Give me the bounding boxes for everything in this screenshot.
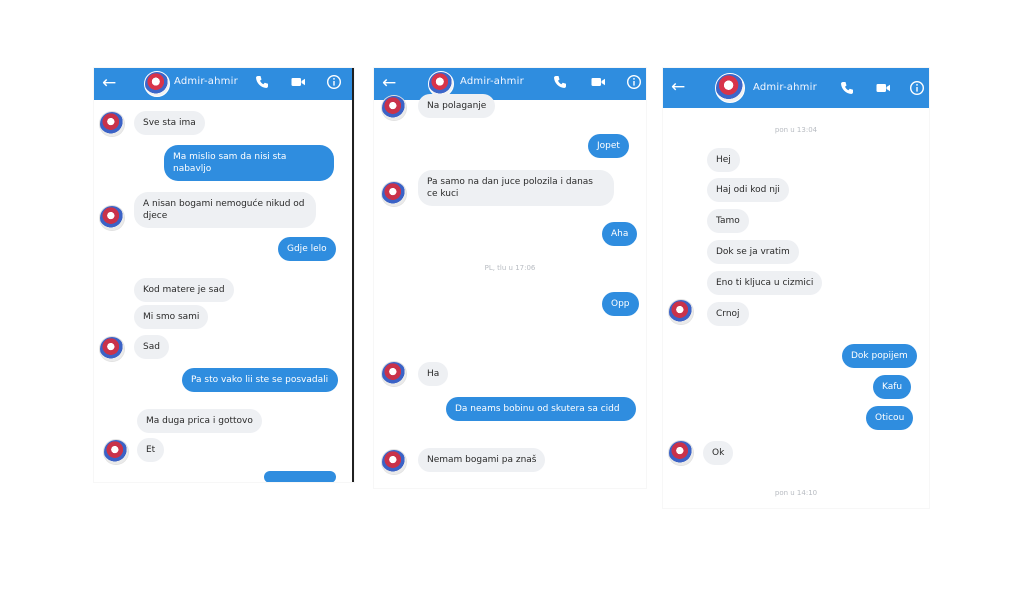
message-bubble-incoming: Tamo — [707, 209, 749, 233]
message-list[interactable]: pon u 13:04 Hej Haj odi kod nji Tamo Dok… — [663, 108, 929, 508]
info-icon[interactable] — [626, 74, 642, 90]
phone-icon[interactable] — [254, 74, 270, 90]
message-bubble-incoming: A nisan bogami nemoguće nikud od djece — [134, 192, 316, 228]
avatar — [669, 300, 693, 324]
avatar — [669, 441, 693, 465]
message-bubble-outgoing: Aha — [602, 222, 638, 246]
message-bubble-incoming: Hej — [707, 148, 740, 172]
message-list[interactable]: Sve sta ima Ma mislio sam da nisi sta na… — [94, 100, 352, 482]
contact-name[interactable]: Admir-ahmir — [753, 82, 817, 93]
message-bubble-outgoing: Pa sto vako lii ste se posvadali — [182, 368, 338, 392]
contact-name[interactable]: Admir-ahmir — [460, 76, 524, 87]
message-bubble-incoming: Eno ti kljuca u cizmici — [707, 271, 823, 295]
message-bubble-outgoing: Kafu — [873, 375, 912, 399]
message-bubble-outgoing: Gdje lelo — [278, 237, 336, 261]
message-bubble-incoming: Et — [137, 438, 165, 462]
avatar[interactable] — [144, 71, 170, 97]
avatar — [100, 337, 124, 361]
back-arrow-icon[interactable]: ← — [102, 73, 116, 93]
message-bubble-incoming: Sad — [134, 335, 169, 359]
timestamp: pon u 14:10 — [774, 489, 818, 497]
chat-header: ← Admir-ahmir — [374, 68, 646, 100]
message-bubble-incoming: Haj odi kod nji — [707, 178, 789, 202]
chat-header: ← Admir-ahmir — [94, 68, 352, 100]
message-bubble-incoming: Dok se ja vratim — [707, 240, 799, 264]
back-arrow-icon[interactable]: ← — [382, 73, 396, 93]
message-bubble-outgoing-partial — [264, 471, 336, 482]
message-bubble-incoming: Mi smo sami — [134, 305, 209, 329]
back-arrow-icon[interactable]: ← — [671, 77, 685, 97]
chat-header: ← Admir-ahmir — [663, 68, 929, 108]
info-icon[interactable] — [909, 80, 925, 96]
chat-screenshot-1: ← Admir-ahmir Sve sta ima Ma mislio sam … — [94, 68, 354, 482]
avatar — [100, 112, 124, 136]
message-bubble-incoming: Ma duga prica i gottovo — [137, 409, 262, 433]
avatar — [100, 206, 124, 230]
video-icon[interactable] — [290, 74, 306, 90]
message-bubble-incoming: Na polaganje — [418, 94, 496, 118]
message-list[interactable]: Na polaganje Jopet Pa samo na dan juce p… — [374, 94, 646, 488]
message-bubble-outgoing: Opp — [602, 292, 639, 316]
timestamp: PL, tlu u 17:06 — [484, 264, 536, 272]
chat-screenshot-2: ← Admir-ahmir Na polaganje Jopet Pa samo… — [374, 68, 646, 488]
phone-icon[interactable] — [839, 80, 855, 96]
avatar — [104, 440, 128, 464]
message-bubble-outgoing: Dok popijem — [842, 344, 917, 368]
message-bubble-incoming: Kod matere je sad — [134, 278, 234, 302]
avatar — [382, 450, 406, 474]
contact-name[interactable]: Admir-ahmir — [174, 76, 238, 87]
message-bubble-incoming: Crnoj — [707, 302, 749, 326]
message-bubble-incoming: Pa samo na dan juce polozila i danas ce … — [418, 170, 614, 206]
info-icon[interactable] — [326, 74, 342, 90]
video-icon[interactable] — [875, 80, 891, 96]
message-bubble-outgoing: Jopet — [588, 134, 629, 158]
message-bubble-incoming: Nemam bogami pa znaš — [418, 448, 546, 472]
phone-icon[interactable] — [552, 74, 568, 90]
message-bubble-outgoing: Ma mislio sam da nisi sta nabavljo — [164, 145, 334, 181]
avatar — [382, 362, 406, 386]
timestamp: pon u 13:04 — [774, 126, 818, 134]
message-bubble-incoming: Ok — [703, 441, 734, 465]
message-bubble-incoming: Ha — [418, 362, 449, 386]
message-bubble-incoming: Sve sta ima — [134, 111, 205, 135]
video-icon[interactable] — [590, 74, 606, 90]
message-bubble-outgoing: Oticou — [866, 406, 914, 430]
avatar — [382, 96, 406, 120]
avatar[interactable] — [715, 73, 745, 103]
message-bubble-outgoing: Da neams bobinu od skutera sa cidd — [446, 397, 636, 421]
chat-screenshot-3: ← Admir-ahmir pon u 13:04 Hej Haj odi ko… — [663, 68, 929, 508]
avatar — [382, 182, 406, 206]
